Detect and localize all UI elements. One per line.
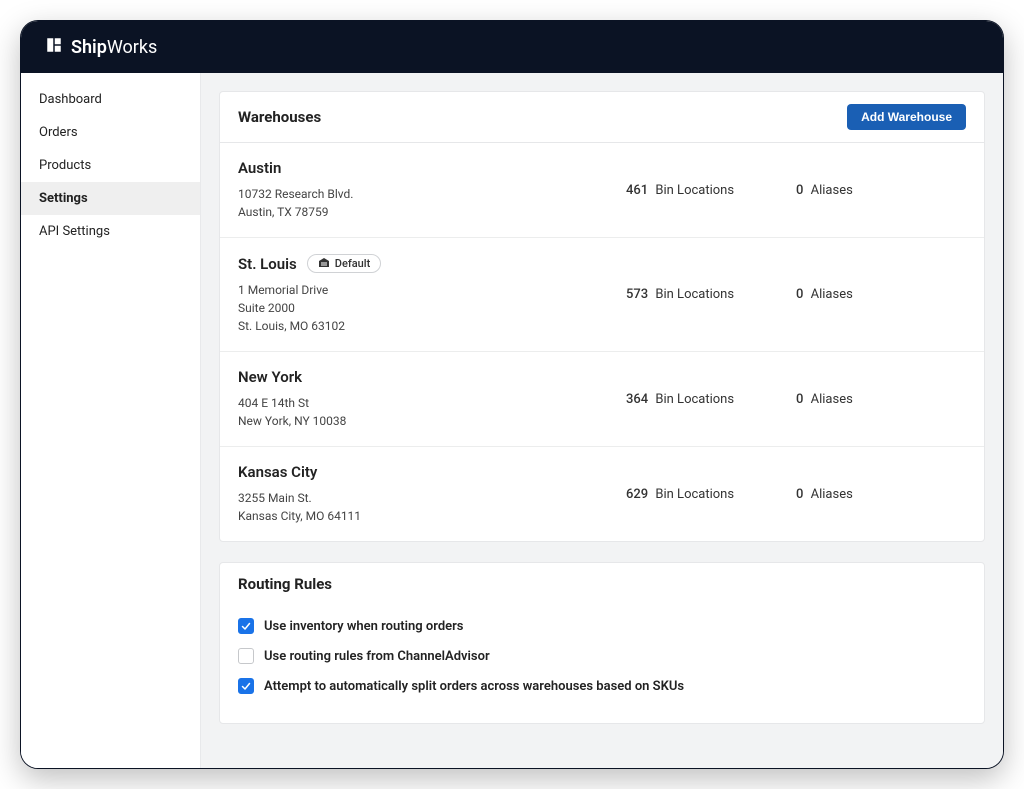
routing-rule: Use routing rules from ChannelAdvisor [238,641,966,671]
warehouse-name: Austin [238,159,626,177]
warehouse-aliases: 0 Aliases [796,392,966,407]
brand-name-bold: Ship [71,37,107,58]
warehouse-address: 3255 Main St.Kansas City, MO 64111 [238,489,626,525]
sidebar-item-api-settings[interactable]: API Settings [21,215,200,248]
warehouse-row[interactable]: St. Louis Default 1 Memorial DriveSuite 20… [220,238,984,352]
topbar: ShipWorks [21,21,1003,73]
warehouse-info: Austin 10732 Research Blvd.Austin, TX 787… [238,159,626,221]
warehouse-name-text: Austin [238,159,281,177]
routing-rule-checkbox[interactable] [238,648,254,664]
warehouse-row[interactable]: New York 404 E 14th StNew York, NY 100383… [220,352,984,447]
sidebar-item-orders[interactable]: Orders [21,116,200,149]
sidebar-item-dashboard[interactable]: Dashboard [21,83,200,116]
warehouse-name-text: Kansas City [238,463,317,481]
warehouse-icon [318,257,330,270]
warehouse-bins: 573 Bin Locations [626,287,796,302]
sidebar-item-products[interactable]: Products [21,149,200,182]
warehouse-name: Kansas City [238,463,626,481]
warehouse-aliases: 0 Aliases [796,183,966,198]
routing-title: Routing Rules [238,575,332,593]
warehouse-name: New York [238,368,626,386]
warehouse-aliases: 0 Aliases [796,487,966,502]
warehouse-name: St. Louis Default [238,254,626,273]
sidebar: DashboardOrdersProductsSettingsAPI Setti… [21,73,201,768]
warehouses-card: Warehouses Add Warehouse Austin 10732 Res… [219,91,985,542]
routing-rules-list: Use inventory when routing orders Use rou… [220,597,984,723]
warehouse-bins: 629 Bin Locations [626,487,796,502]
brand-logo: ShipWorks [45,36,157,59]
warehouse-list: Austin 10732 Research Blvd.Austin, TX 787… [220,143,984,541]
add-warehouse-button[interactable]: Add Warehouse [847,104,966,130]
routing-rule-label: Attempt to automatically split orders ac… [264,679,684,694]
warehouse-address: 404 E 14th StNew York, NY 10038 [238,394,626,430]
routing-rule-label: Use routing rules from ChannelAdvisor [264,649,490,664]
routing-rule-label: Use inventory when routing orders [264,619,464,634]
routing-rule-checkbox[interactable] [238,618,254,634]
brand-icon [45,36,63,59]
main-content: Warehouses Add Warehouse Austin 10732 Res… [201,73,1003,768]
routing-rule-checkbox[interactable] [238,678,254,694]
warehouse-bins: 364 Bin Locations [626,392,796,407]
brand-name-light: Works [107,37,157,58]
warehouse-info: New York 404 E 14th StNew York, NY 10038 [238,368,626,430]
warehouse-aliases: 0 Aliases [796,287,966,302]
routing-rule: Use inventory when routing orders [238,611,966,641]
warehouse-info: Kansas City 3255 Main St.Kansas City, MO … [238,463,626,525]
warehouse-row[interactable]: Kansas City 3255 Main St.Kansas City, MO … [220,447,984,541]
app-window: ShipWorks DashboardOrdersProductsSetting… [20,20,1004,769]
routing-rule: Attempt to automatically split orders ac… [238,671,966,701]
sidebar-item-settings[interactable]: Settings [21,182,200,215]
default-badge: Default [307,254,381,273]
layout: DashboardOrdersProductsSettingsAPI Setti… [21,73,1003,768]
default-badge-label: Default [335,257,370,270]
routing-header: Routing Rules [220,563,984,597]
warehouse-name-text: St. Louis [238,255,297,273]
routing-card: Routing Rules Use inventory when routing… [219,562,985,724]
warehouses-header: Warehouses Add Warehouse [220,92,984,143]
warehouse-name-text: New York [238,368,302,386]
warehouse-row[interactable]: Austin 10732 Research Blvd.Austin, TX 787… [220,143,984,238]
warehouse-address: 1 Memorial DriveSuite 2000St. Louis, MO … [238,281,626,335]
warehouse-address: 10732 Research Blvd.Austin, TX 78759 [238,185,626,221]
warehouse-info: St. Louis Default 1 Memorial DriveSuite 20… [238,254,626,335]
warehouses-title: Warehouses [238,108,321,126]
warehouse-bins: 461 Bin Locations [626,183,796,198]
